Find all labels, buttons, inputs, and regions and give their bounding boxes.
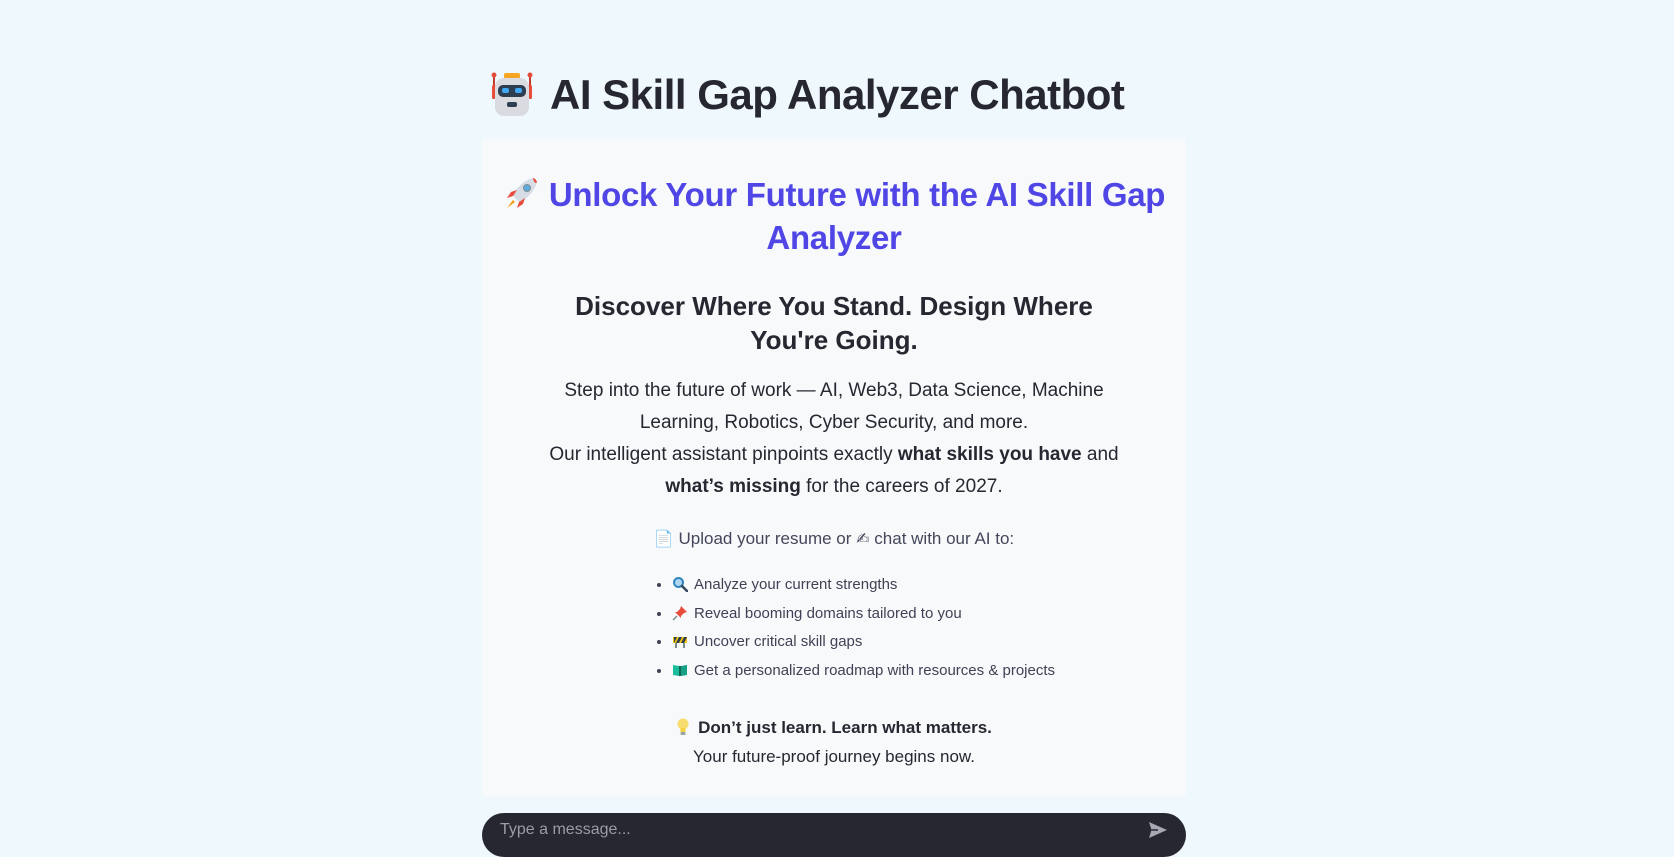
upload-text-1: Upload your resume or (678, 529, 852, 548)
upload-text-2: chat with our AI to: (874, 529, 1015, 548)
list-item: Uncover critical skill gaps (672, 628, 1170, 657)
document-icon: 📄 (653, 529, 674, 548)
tagline: Don’t just learn. Learn what matters. Yo… (498, 713, 1170, 771)
page-title: AI Skill Gap Analyzer Chatbot (488, 70, 1125, 120)
robot-icon (491, 72, 533, 116)
intro-card: Unlock Your Future with the AI Skill Gap… (482, 139, 1186, 796)
lightbulb-icon (677, 718, 689, 735)
hero-subtitle: Discover Where You Stand. Design Where Y… (575, 291, 1093, 355)
hero-body: Step into the future of work — AI, Web3,… (528, 375, 1140, 503)
list-item: Reveal booming domains tailored to you (672, 600, 1170, 629)
tagline-bold: Don’t just learn. Learn what matters. (698, 718, 992, 737)
feature-list: Analyze your current strengths Reveal bo… (642, 571, 1170, 685)
magnifier-icon (673, 577, 688, 592)
rocket-icon (506, 178, 537, 208)
writing-hand-icon: ✍ (856, 529, 870, 548)
hero-body-line2-prefix: Our intelligent assistant pinpoints exac… (549, 444, 898, 465)
feature-text: Get a personalized roadmap with resource… (694, 661, 1056, 679)
list-item: Analyze your current strengths (672, 571, 1170, 600)
upload-line: 📄 Upload your resume or ✍ chat with our … (498, 527, 1170, 551)
construction-icon (673, 637, 687, 648)
list-item: Get a personalized roadmap with resource… (672, 657, 1170, 686)
hero-body-bold-missing: what’s missing (665, 476, 801, 497)
tagline-sub: Your future-proof journey begins now. (693, 747, 975, 766)
hero-body-line1: Step into the future of work — AI, Web3,… (564, 380, 1104, 433)
send-icon[interactable] (1146, 818, 1170, 842)
chat-input-bar (482, 813, 1186, 857)
feature-text: Reveal booming domains tailored to you (694, 604, 962, 622)
hero-body-line2-mid: and (1081, 444, 1119, 465)
hero-body-bold-have: what skills you have (897, 444, 1082, 465)
page-title-text: AI Skill Gap Analyzer Chatbot (550, 71, 1125, 118)
chat-message-input[interactable] (498, 814, 1146, 846)
book-icon (673, 664, 687, 676)
hero-body-line2-suffix: for the careers of 2027. (800, 476, 1003, 497)
feature-text: Uncover critical skill gaps (694, 633, 863, 650)
feature-text: Analyze your current strengths (694, 576, 898, 593)
pushpin-icon (672, 605, 687, 621)
hero-title-text: Unlock Your Future with the AI Skill Gap… (548, 176, 1166, 256)
hero-title: Unlock Your Future with the AI Skill Gap… (498, 173, 1170, 259)
